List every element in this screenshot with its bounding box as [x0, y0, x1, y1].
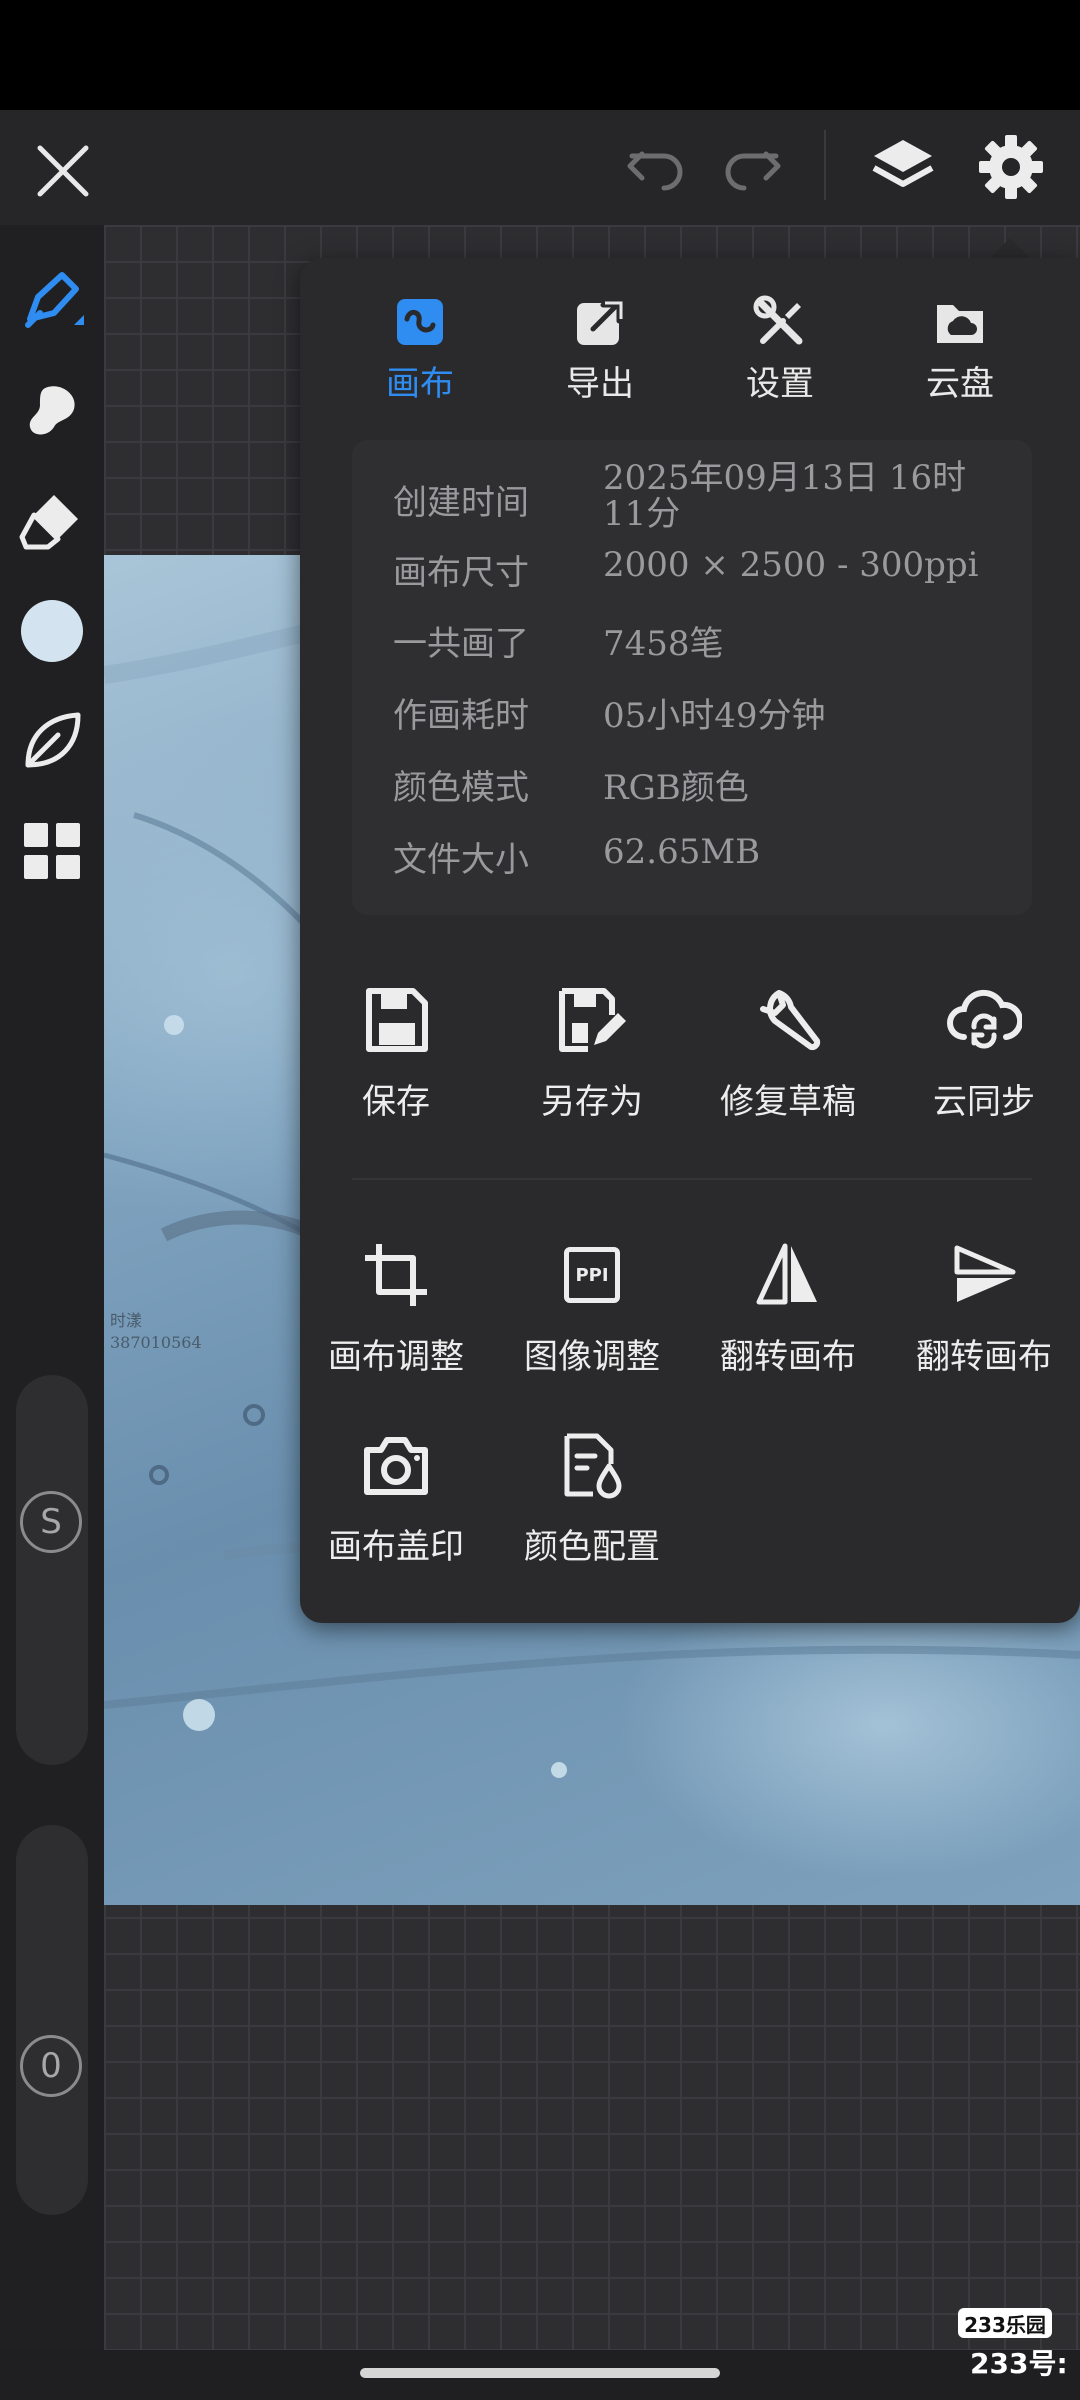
leaf-tool-button[interactable] [18, 707, 86, 775]
watermark-text: 233号: [970, 2347, 1068, 2380]
save-icon [366, 988, 428, 1052]
current-color-swatch [21, 600, 83, 662]
cloud-sync-label: 云同步 [933, 1082, 1035, 1122]
flip-vertical-label: 翻转画布 [916, 1337, 1052, 1377]
tab-cloud[interactable]: 云盘 [870, 292, 1050, 405]
wrench-icon [760, 990, 821, 1051]
color-profile-label: 颜色配置 [524, 1527, 660, 1567]
camera-icon [364, 1437, 428, 1495]
gesture-nav-bar[interactable] [360, 2368, 720, 2378]
artwork-signature: 时漾 387010564 [110, 1310, 202, 1354]
settings-button[interactable] [976, 132, 1046, 202]
grid-apps-icon [24, 823, 80, 879]
panel-divider [352, 1178, 1032, 1180]
info-time-value: 05小时49分钟 [603, 696, 826, 736]
ppi-icon: PPI [564, 1247, 620, 1303]
info-created-value: 2025年09月13日 16时11分 [603, 458, 967, 534]
opacity-knob[interactable]: 0 [20, 2035, 82, 2097]
flip-horizontal-button[interactable]: 翻转画布 [690, 1235, 886, 1378]
image-adjust-button[interactable]: PPI 图像调整 [494, 1235, 690, 1378]
flip-vertical-icon [954, 1245, 1016, 1302]
info-file-size-value: 62.65MB [603, 832, 761, 872]
cloud-sync-button[interactable]: 云同步 [886, 980, 1080, 1123]
more-tools-button[interactable] [18, 817, 86, 885]
canvas-adjust-button[interactable]: 画布调整 [298, 1235, 494, 1378]
tab-canvas[interactable]: 画布 [330, 292, 510, 405]
close-icon [37, 145, 89, 197]
tab-settings[interactable]: 设置 [690, 292, 870, 405]
eraser-tool-button[interactable] [18, 487, 86, 555]
repair-draft-label: 修复草稿 [720, 1082, 856, 1122]
redo-button[interactable] [718, 140, 788, 200]
image-adjust-label: 图像调整 [524, 1337, 660, 1377]
repair-draft-button[interactable]: 修复草稿 [690, 980, 886, 1123]
smudge-tool-button[interactable] [18, 377, 86, 445]
canvas-stamp-button[interactable]: 画布盖印 [298, 1425, 494, 1568]
save-as-button[interactable]: 另存为 [494, 980, 690, 1123]
gear-icon [979, 135, 1043, 199]
canvas-adjust-label: 画布调整 [328, 1337, 464, 1377]
redo-icon [725, 151, 781, 191]
undo-button[interactable] [620, 140, 690, 200]
color-profile-button[interactable]: 颜色配置 [494, 1425, 690, 1568]
cloud-folder-icon [937, 305, 983, 343]
top-toolbar [0, 110, 1080, 225]
eraser-icon [19, 495, 78, 550]
color-picker-button[interactable] [18, 597, 86, 665]
color-profile-icon [564, 1433, 622, 1499]
opacity-slider[interactable] [16, 1825, 88, 2215]
flip-vertical-button[interactable]: 翻转画布 [886, 1235, 1080, 1378]
layers-button[interactable] [868, 132, 938, 202]
watermark-badge: 233乐园 [958, 2308, 1052, 2338]
info-size-value: 2000 × 2500 - 300ppi [603, 545, 979, 585]
signature-name: 时漾 [110, 1311, 143, 1330]
save-as-label: 另存为 [541, 1082, 643, 1122]
brush-size-knob[interactable]: S [20, 1491, 82, 1553]
tab-canvas-label: 画布 [386, 364, 454, 404]
smudge-icon [29, 386, 75, 435]
info-strokes-value: 7458笔 [603, 624, 724, 664]
save-button[interactable]: 保存 [298, 980, 494, 1123]
panel-caret [988, 238, 1032, 260]
close-button[interactable] [30, 138, 96, 204]
signature-id: 387010564 [110, 1333, 202, 1352]
info-strokes-label: 一共画了 [393, 624, 529, 664]
tools-icon [753, 295, 803, 345]
toolbar-divider [824, 130, 826, 200]
brush-size-slider[interactable] [16, 1375, 88, 1765]
crop-icon [365, 1244, 427, 1306]
info-file-size-label: 文件大小 [393, 840, 529, 880]
tab-export-label: 导出 [566, 364, 634, 404]
size-slider-label: S [40, 1502, 62, 1542]
undo-icon [627, 151, 683, 191]
save-as-icon [559, 988, 626, 1052]
layers-icon [872, 140, 934, 187]
info-color-mode-value: RGB颜色 [603, 768, 749, 808]
left-toolbar: S 0 [0, 225, 104, 2350]
save-label: 保存 [362, 1082, 430, 1122]
info-created-label: 创建时间 [393, 483, 529, 523]
leaf-icon [25, 712, 81, 768]
canvas-stamp-label: 画布盖印 [328, 1527, 464, 1567]
info-color-mode-label: 颜色模式 [393, 768, 529, 808]
tab-export[interactable]: 导出 [510, 292, 690, 405]
canvas-wave-icon [397, 299, 443, 345]
tab-cloud-label: 云盘 [926, 364, 994, 404]
flip-horizontal-icon [756, 1243, 817, 1305]
status-bar [0, 0, 1080, 110]
opacity-slider-label: 0 [40, 2046, 62, 2086]
info-time-label: 作画耗时 [393, 696, 529, 736]
flip-horizontal-label: 翻转画布 [720, 1337, 856, 1377]
cloud-sync-icon [947, 989, 1022, 1049]
pen-icon [25, 272, 84, 328]
brush-tool-button[interactable] [18, 267, 86, 335]
tab-settings-label: 设置 [746, 364, 814, 404]
info-size-label: 画布尺寸 [393, 553, 529, 593]
export-icon [577, 301, 623, 345]
